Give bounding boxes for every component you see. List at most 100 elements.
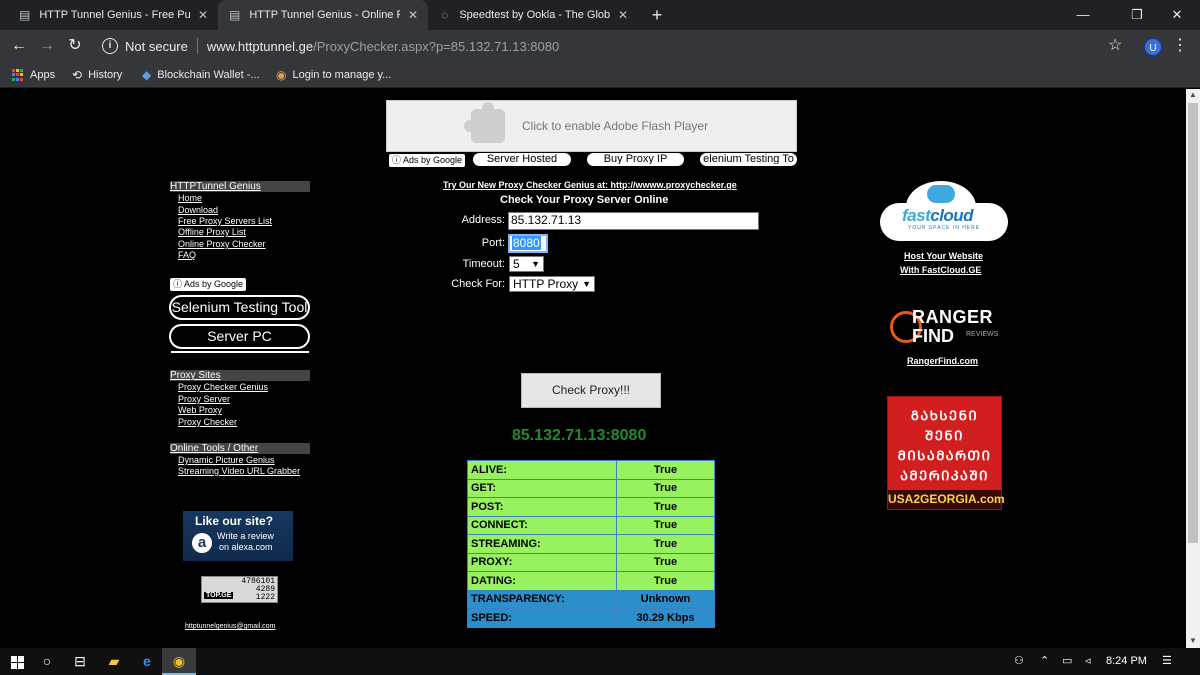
windows-taskbar: ○ ⊟ ▰ e ◉ ⚇ ⌃ ▭ ◃ 8:24 PM ☰ (0, 648, 1200, 675)
tab-speedtest[interactable]: ◌ Speedtest by Ookla - The Global ✕ (428, 0, 638, 30)
check-for-select[interactable]: HTTP Proxy ▼ (509, 276, 595, 292)
tab-strip: ▤ HTTP Tunnel Genius - Free Public ✕ ▤ H… (0, 0, 1200, 30)
topge-counter[interactable]: 4786101 4289 1222 TOP.GE (201, 576, 278, 603)
port-label: Port: (481, 237, 505, 249)
clock[interactable]: 8:24 PM (1106, 648, 1147, 675)
fastcloud-logo[interactable]: fastcloud YOUR SPACE IN HERE (880, 181, 1008, 243)
usa2georgia-ad[interactable]: ᲒᲐᲮᲡᲔᲜᲘ ᲨᲔᲜᲘ ᲛᲘᲡᲐᲛᲐᲠᲗᲘ ᲐᲛᲔᲠᲘᲙᲐᲨᲘ USA2GEO… (887, 396, 1005, 510)
ad-link-selenium[interactable]: elenium Testing To (700, 153, 797, 166)
start-button[interactable] (0, 648, 34, 675)
page-scrollbar[interactable]: ▲ ▼ (1186, 89, 1200, 648)
close-window-button[interactable]: ✕ (1154, 0, 1200, 30)
timeout-select[interactable]: 5 ▼ (509, 256, 544, 272)
promo-link[interactable]: Try Our New Proxy Checker Genius at: htt… (443, 180, 737, 190)
check-proxy-button[interactable]: Check Proxy!!! (521, 373, 661, 408)
result-value: 30.29 Kbps (616, 608, 715, 628)
bookmark-label: Blockchain Wallet -... (157, 69, 260, 81)
sidebar-link-free-proxy-list[interactable]: Free Proxy Servers List (178, 216, 272, 227)
close-icon[interactable]: ✕ (198, 8, 208, 22)
sidebar-link-proxy-server[interactable]: Proxy Server (178, 394, 230, 405)
rangerfind-logo[interactable]: RANGER FIND REVIEWS (890, 307, 1005, 347)
check-for-value: HTTP Proxy (513, 277, 579, 291)
close-icon[interactable]: ✕ (618, 8, 628, 22)
scroll-down-icon[interactable]: ▼ (1186, 635, 1200, 647)
dropdown-arrow-icon: ▼ (531, 259, 540, 269)
close-icon[interactable]: ✕ (408, 8, 418, 22)
people-icon[interactable]: ⚇ (1014, 648, 1024, 675)
forward-button[interactable]: → (35, 34, 59, 58)
rangerfind-link[interactable]: RangerFind.com (907, 356, 978, 366)
bookmark-history[interactable]: ⟲ History (72, 62, 122, 88)
sidebar-link-download[interactable]: Download (178, 205, 218, 216)
tab-http-tunnel-online[interactable]: ▤ HTTP Tunnel Genius - Online Pro ✕ (218, 0, 428, 30)
url-host[interactable]: www.httptunnel.ge (207, 39, 313, 54)
scrollbar-thumb[interactable] (1188, 103, 1198, 543)
chevron-up-icon[interactable]: ⌃ (1040, 648, 1049, 675)
security-label[interactable]: Not secure (125, 39, 188, 54)
network-icon[interactable]: ▭ (1062, 648, 1072, 675)
ads-by-google-badge[interactable]: ⓘ Ads by Google (170, 278, 247, 291)
alexa-review-badge[interactable]: Like our site? a Write a review on alexa… (183, 511, 293, 561)
file-explorer-icon[interactable]: ▰ (97, 648, 131, 675)
scroll-up-icon[interactable]: ▲ (1186, 89, 1200, 101)
minimize-button[interactable]: — (1060, 0, 1106, 30)
sidebar-link-proxy-checker-genius[interactable]: Proxy Checker Genius (178, 382, 268, 393)
notification-icon[interactable]: ☰ (1162, 648, 1172, 675)
port-input[interactable]: 8080 (508, 234, 548, 253)
sidebar-link-home[interactable]: Home (178, 193, 202, 204)
contact-email-link[interactable]: httptunnelgenius@gmail.com (185, 623, 275, 630)
bookmark-label: History (88, 69, 123, 81)
fastcloud-link-line-2[interactable]: With FastCloud.GE (900, 265, 981, 275)
profile-avatar[interactable]: U (1143, 37, 1163, 57)
result-label: ALIVE: (467, 460, 617, 480)
address-bar[interactable]: i Not secure www.httptunnel.ge /ProxyChe… (94, 33, 1134, 59)
ads-by-google-badge[interactable]: ⓘ Ads by Google (389, 154, 466, 167)
ad-link-buy-proxy-ip[interactable]: Buy Proxy IP (587, 153, 684, 166)
result-address: 85.132.71.13:8080 (512, 427, 647, 444)
dropdown-arrow-icon: ▼ (582, 279, 591, 289)
bookmark-login[interactable]: ◉ Login to manage y... (276, 62, 391, 88)
bookmark-star-icon[interactable]: ☆ (1108, 34, 1122, 58)
ad-link-selenium-testing-tool[interactable]: Selenium Testing Tool (169, 295, 310, 320)
sidebar-link-web-proxy[interactable]: Web Proxy (178, 405, 222, 416)
ad-text-line: ᲛᲘᲡᲐᲛᲐᲠᲗᲘ (897, 449, 992, 464)
chrome-icon[interactable]: ◉ (162, 648, 196, 675)
sidebar-link-proxy-checker[interactable]: Proxy Checker (178, 417, 237, 428)
menu-icon[interactable]: ⋮ (1172, 34, 1188, 58)
flash-placeholder[interactable]: Click to enable Adobe Flash Player (386, 100, 797, 152)
topge-label: TOP.GE (204, 592, 234, 599)
reload-button[interactable]: ↻ (63, 34, 87, 58)
info-icon[interactable]: i (102, 38, 118, 54)
tab-title: Speedtest by Ookla - The Global (459, 9, 610, 21)
fastcloud-link-line-1[interactable]: Host Your Website (904, 251, 983, 261)
tab-title: HTTP Tunnel Genius - Online Pro (249, 9, 400, 21)
sidebar-link-dynamic-picture-genius[interactable]: Dynamic Picture Genius (178, 455, 275, 466)
tab-http-tunnel-free[interactable]: ▤ HTTP Tunnel Genius - Free Public ✕ (8, 0, 218, 30)
sidebar-heading-online-tools[interactable]: Online Tools / Other (170, 443, 310, 454)
task-view-icon[interactable]: ⊟ (63, 648, 97, 675)
sidebar-heading-httptunnel[interactable]: HTTPTunnel Genius (170, 181, 310, 192)
back-button[interactable]: ← (7, 34, 31, 58)
bookmark-blockchain-wallet[interactable]: ◆ Blockchain Wallet -... (142, 62, 260, 88)
edge-icon[interactable]: e (130, 648, 164, 675)
new-tab-button[interactable]: + (646, 4, 668, 26)
sidebar-link-video-url-grabber[interactable]: Streaming Video URL Grabber (178, 466, 300, 477)
page-content: Click to enable Adobe Flash Player ⓘ Ads… (0, 89, 1186, 648)
timeout-label: Timeout: (462, 258, 505, 270)
search-icon[interactable]: ○ (30, 648, 64, 675)
sidebar-link-offline-proxy-list[interactable]: Offline Proxy List (178, 227, 246, 238)
ad-link-server-hosted[interactable]: Server Hosted (473, 153, 571, 166)
login-icon: ◉ (276, 68, 287, 82)
volume-icon[interactable]: ◃ (1085, 648, 1091, 675)
fastcloud-wordmark: fastcloud (902, 206, 974, 225)
sidebar-heading-proxy-sites[interactable]: Proxy Sites (170, 370, 310, 381)
sidebar-link-faq[interactable]: FAQ (178, 250, 196, 261)
ad-link-server-pc[interactable]: Server PC (169, 324, 310, 349)
address-input[interactable]: 85.132.71.13 (508, 212, 759, 230)
result-value: True (616, 571, 715, 591)
url-path[interactable]: /ProxyChecker.aspx?p=85.132.71.13:8080 (313, 39, 559, 54)
bookmark-apps[interactable]: Apps (12, 62, 55, 88)
divider (171, 351, 309, 353)
sidebar-link-online-proxy-checker[interactable]: Online Proxy Checker (178, 239, 266, 250)
find-wordmark: FIND (912, 326, 954, 346)
